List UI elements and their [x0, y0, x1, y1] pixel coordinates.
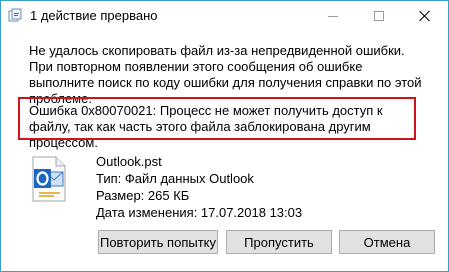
minimize-icon — [328, 15, 338, 17]
error-details-highlight: Ошибка 0x80070021: Процесс не может полу… — [18, 97, 416, 150]
file-size: Размер: 265 КБ — [96, 188, 190, 203]
close-icon — [419, 10, 431, 22]
file-name: Outlook.pst — [96, 154, 162, 169]
copy-progress-icon — [8, 8, 22, 22]
file-info: Outlook.pst Тип: Файл данных Outlook Раз… — [96, 153, 302, 221]
maximize-icon — [374, 11, 384, 21]
cancel-button[interactable]: Отмена — [339, 230, 435, 254]
skip-button[interactable]: Пропустить — [226, 230, 332, 254]
file-modified-date: Дата изменения: 17.07.2018 13:03 — [96, 205, 303, 220]
retry-button[interactable]: Повторить попытку — [98, 230, 218, 254]
window-title: 1 действие прервано — [30, 8, 158, 23]
error-dialog: 1 действие прервано Не удалось скопирова… — [0, 0, 449, 272]
close-button[interactable] — [402, 1, 448, 31]
file-type: Тип: Файл данных Outlook — [96, 171, 254, 186]
outlook-pst-file-icon — [29, 156, 69, 202]
maximize-button[interactable] — [356, 1, 402, 31]
title-bar[interactable]: 1 действие прервано — [1, 1, 448, 31]
error-code-text: Ошибка 0x80070021: Процесс не может полу… — [29, 103, 383, 150]
minimize-button[interactable] — [310, 1, 356, 31]
